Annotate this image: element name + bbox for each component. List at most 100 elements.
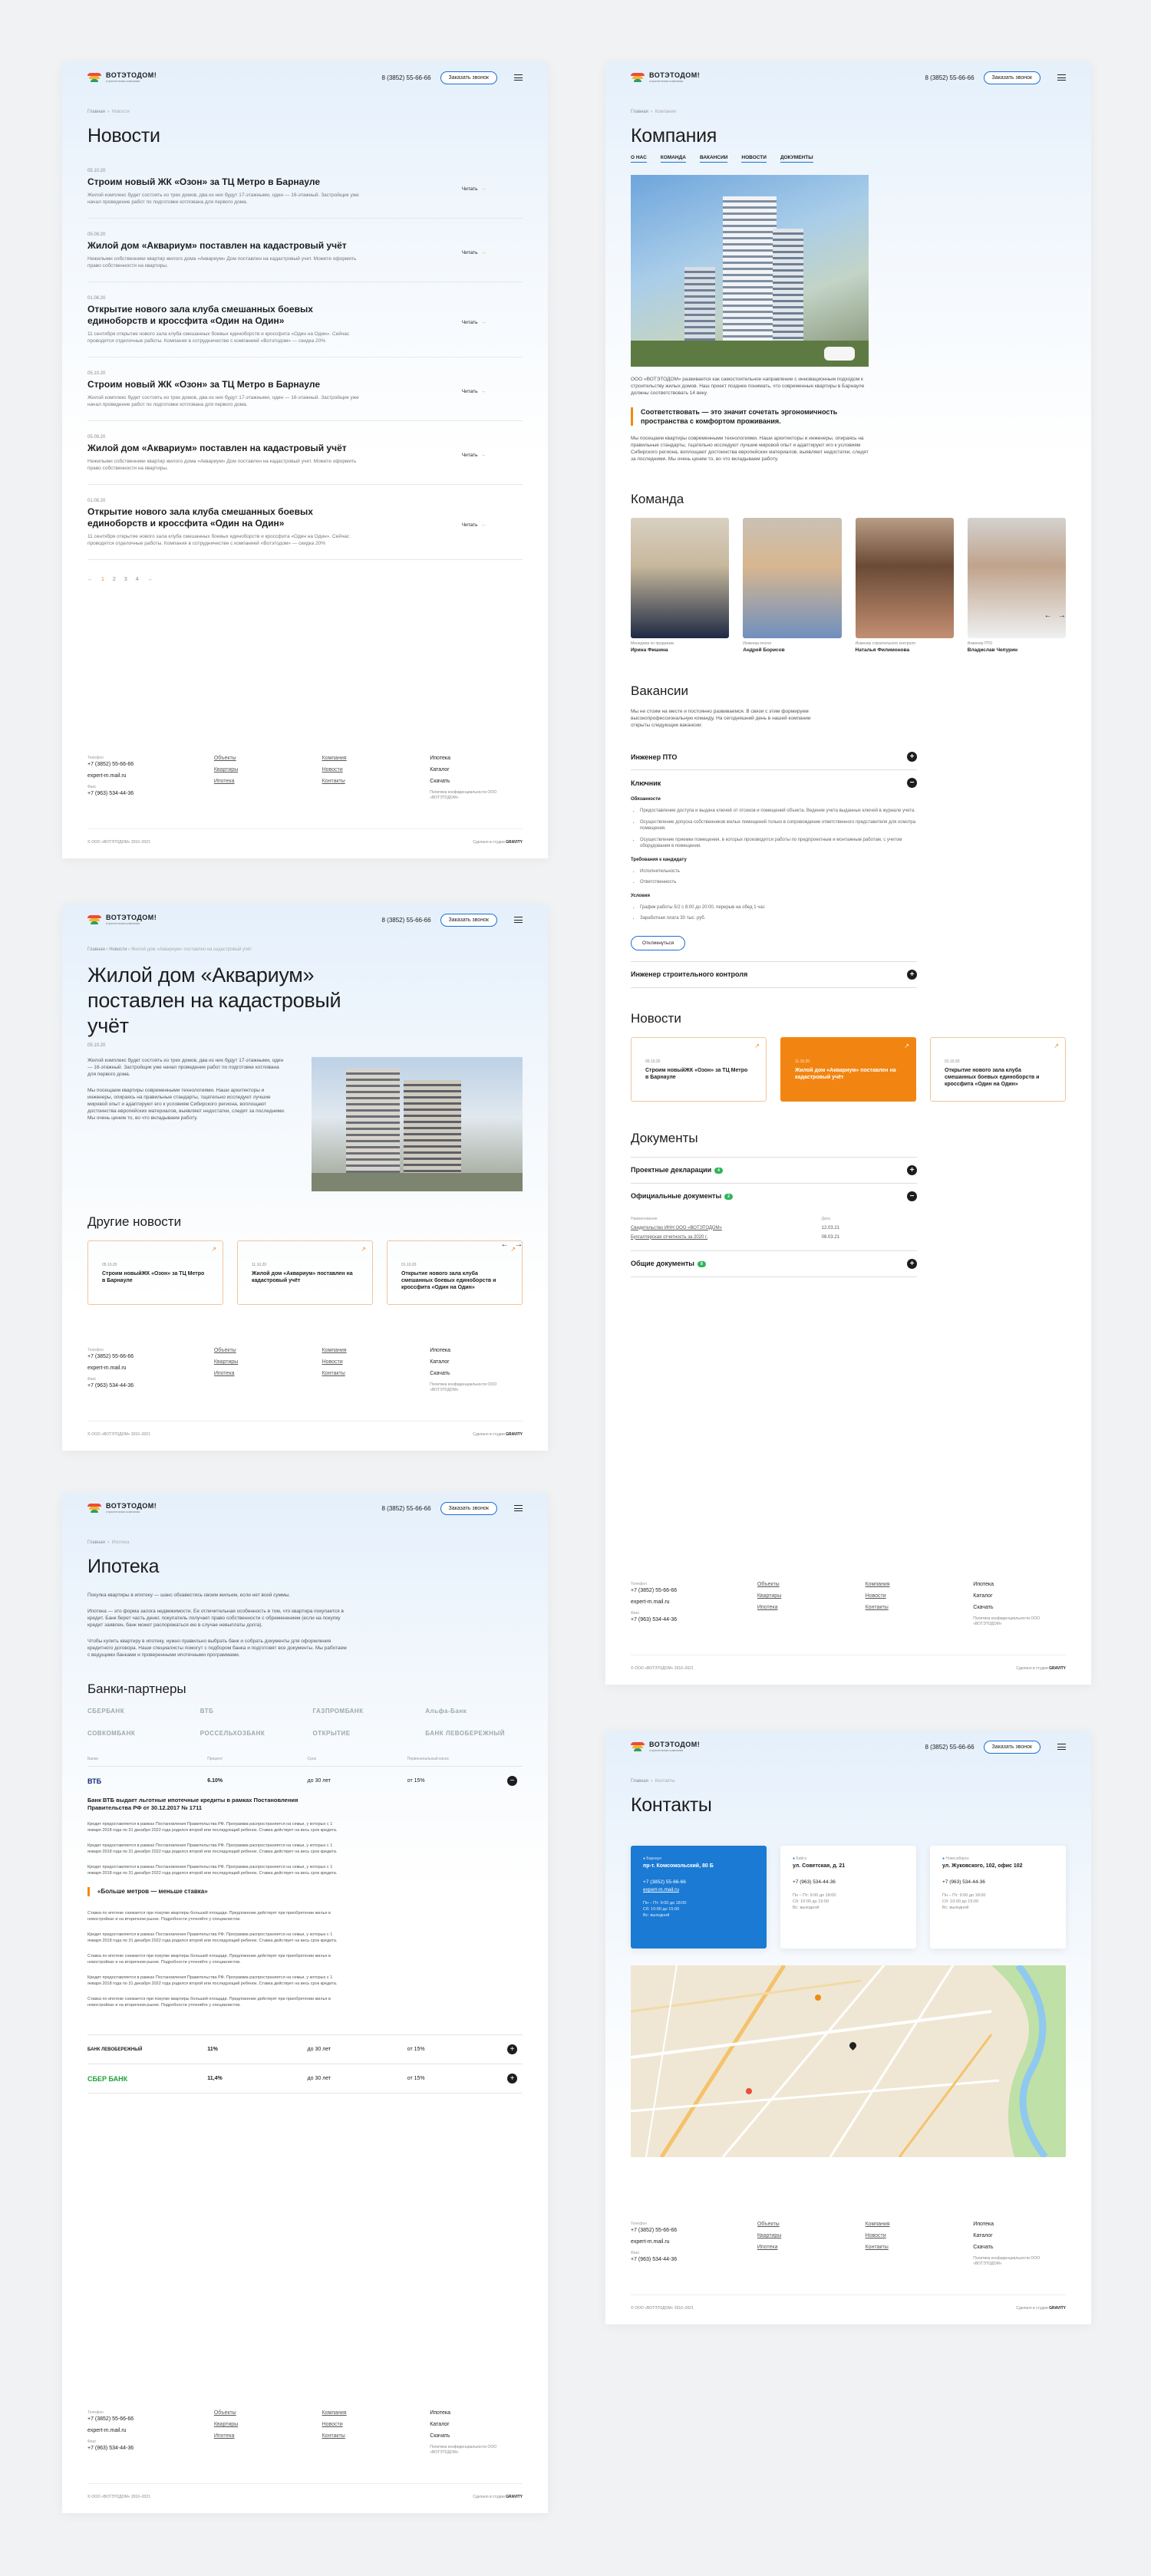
prev-page-icon[interactable]: ← [87,577,93,582]
read-link[interactable]: Читать → [462,186,486,192]
site-footer: Телефон +7 (3852) 55-66-66 expert-m.mail.r… [631,1582,1066,1671]
logo[interactable]: ВОТЭТОДОМ! строительная компания [87,914,157,925]
read-link[interactable]: Читать → [462,522,486,528]
news-item[interactable]: 05.10.20 Строим новый ЖК «Озон» за ТЦ Мет… [87,155,523,219]
arrow-right-icon: → [480,522,486,528]
expand-icon[interactable]: + [507,2044,517,2054]
logo[interactable]: ВОТЭТОДОМ! строительная компания [87,72,157,83]
menu-icon[interactable] [1057,1744,1066,1750]
news-item[interactable]: 05.09.20 Жилой дом «Аквариум» поставлен н… [87,219,523,282]
read-link[interactable]: Читать → [462,453,486,458]
news-item[interactable]: 05.10.20 Строим новый ЖК «Озон» за ТЦ Мет… [87,357,523,421]
expand-icon[interactable]: + [507,2074,517,2084]
team-member[interactable]: Инженер ПТО Владислав Чепурин [967,518,1066,653]
page-title: Ипотека [87,1556,160,1577]
bank-logo[interactable]: СОВКОМБАНК [87,1730,185,1737]
tab-documents[interactable]: ДОКУМЕНТЫ [780,155,813,163]
tab-news[interactable]: НОВОСТИ [741,155,767,163]
news-card[interactable]: ↗ 01.10.20 Открытие нового зала клуба смеш… [930,1036,1066,1102]
table-row[interactable]: ВТБ 6.10% до 30 лет от 15% − [87,1767,523,1795]
header-phone[interactable]: 8 (3852) 55-66-66 [381,74,430,81]
header-phone[interactable]: 8 (3852) 55-66-66 [925,1744,974,1751]
read-link[interactable]: Читать → [462,389,486,394]
bank-logo[interactable]: ГАЗПРОМБАНК [313,1708,411,1715]
arrow-right-icon: → [480,186,486,192]
table-row[interactable]: СБЕР БАНК 11,4% до 30 лет от 15% + [87,2064,523,2093]
expand-icon[interactable]: + [907,752,917,762]
callback-button[interactable]: Заказать звонок [440,913,497,927]
site-footer: Телефон +7 (3852) 55-66-66 expert-m.mail.r… [631,2222,1066,2311]
collapse-icon[interactable]: − [507,1776,517,1786]
document-table: Наименование Дата Свидетельство ИНН ООО «… [631,1216,840,1240]
news-card[interactable]: ↗ 11.10.20 Жилой дом «Аквариум» поставлен … [237,1240,373,1305]
map[interactable] [631,1965,1066,2157]
arrow-right-icon[interactable]: → [1058,611,1066,620]
table-row[interactable]: БАНК ЛЕВОБЕРЕЖНЫЙ 11% до 30 лет от 15% + [87,2034,523,2064]
callback-button[interactable]: Заказать звонок [983,1740,1041,1754]
office-card[interactable]: ● Новосибирск ул. Жуковского, 102, офис 1… [930,1846,1066,1948]
collapse-icon[interactable]: − [907,1191,917,1201]
bank-table-header: Банки Процент Срок Первоначальный взнос [87,1757,523,1767]
map-pin-icon[interactable] [746,2088,752,2094]
arrow-up-right-icon: ↗ [361,1246,366,1253]
team-member[interactable]: Инженер-геолог Андрей Борисов [743,518,842,653]
news-item[interactable]: 01.08.20 Открытие нового зала клуба смеша… [87,485,523,560]
news-card[interactable]: ↗ 01.10.20 Открытие нового зала клуба смеш… [387,1240,523,1305]
news-card[interactable]: ↗ 05.10.20 Строим новыйЖК «Озон» за ТЦ Мет… [87,1240,223,1305]
menu-icon[interactable] [514,1505,523,1511]
header-phone[interactable]: 8 (3852) 55-66-66 [925,74,974,81]
callback-button[interactable]: Заказать звонок [983,71,1041,84]
logo[interactable]: ВОТЭТОДОМ! строительная компания [631,72,700,83]
company-image [631,175,869,367]
read-link[interactable]: Читать → [462,250,486,255]
menu-icon[interactable] [1057,74,1066,81]
tab-team[interactable]: КОМАНДА [660,155,686,163]
logo-icon [631,73,645,82]
expand-icon[interactable]: + [907,1258,917,1269]
vacancy-item[interactable]: Инженер строительного контроля + [631,960,917,988]
document-group[interactable]: Проектные декларации 4 + [631,1156,917,1184]
news-item[interactable]: 05.09.20 Жилой дом «Аквариум» поставлен н… [87,421,523,485]
arrow-up-right-icon: ↗ [510,1246,516,1253]
bank-logo[interactable]: Альфа-Банк [425,1708,523,1715]
callback-button[interactable]: Заказать звонок [440,1501,497,1515]
logo-icon [631,1742,645,1751]
news-card[interactable]: ↗ 11.10.20 Жилой дом «Аквариум» поставлен … [780,1036,916,1102]
menu-icon[interactable] [514,917,523,923]
team-member[interactable]: Инженер строительного контроля Наталья Фи… [855,518,954,653]
respond-button[interactable]: Откликнуться [631,935,686,950]
vacancy-item[interactable]: Ключник − [631,770,917,796]
document-group[interactable]: Официальные документы 2− [631,1184,917,1209]
office-card[interactable]: ● Барнаул пр-т. Комсомольский, 80 Б +7 (38… [631,1846,767,1948]
team-member[interactable]: Менеджер по продажам Ирина Фишина [631,518,730,653]
bank-logo[interactable]: ОТКРЫТИЕ [313,1730,411,1737]
read-link[interactable]: Читать → [462,320,486,325]
callback-button[interactable]: Заказать звонок [440,71,497,84]
expand-icon[interactable]: + [907,969,917,980]
tab-about[interactable]: О НАС [631,155,647,163]
bank-logo[interactable]: БАНК ЛЕВОБЕРЕЖНЫЙ [425,1730,523,1737]
header-phone[interactable]: 8 (3852) 55-66-66 [381,917,430,924]
tab-vacancies[interactable]: ВАКАНСИИ [699,155,728,163]
vacancy-item[interactable]: Инженер ПТО + [631,744,917,770]
header-phone[interactable]: 8 (3852) 55-66-66 [381,1505,430,1512]
menu-icon[interactable] [514,74,523,81]
arrow-up-right-icon: ↗ [754,1042,760,1049]
arrow-up-right-icon: ↗ [211,1246,216,1253]
map-pin-icon[interactable] [815,1995,821,2001]
news-card[interactable]: ↗ 05.10.20 Строим новыйЖК «Озон» за ТЦ Мет… [631,1036,767,1102]
arrow-left-icon[interactable]: ← [1044,611,1052,620]
bank-logos: СБЕРБАНК ВТБ ГАЗПРОМБАНК Альфа-Банк СОВК… [87,1708,523,1737]
news-item[interactable]: 01.08.20 Открытие нового зала клуба смеша… [87,282,523,357]
logo[interactable]: ВОТЭТОДОМ! строительная компания [631,1741,700,1752]
bank-logo[interactable]: ВТБ [200,1708,298,1715]
bank-logo[interactable]: РОССЕЛЬХОЗБАНК [200,1730,298,1737]
next-page-icon[interactable]: → [147,577,153,582]
expand-icon[interactable]: + [907,1164,917,1175]
document-group[interactable]: Общие документы 8 + [631,1250,917,1277]
arrow-right-icon: → [480,389,486,394]
bank-logo[interactable]: СБЕРБАНК [87,1708,185,1715]
office-card[interactable]: ● Бийск ул. Советская, д. 21 +7 (963) 534-… [780,1846,916,1948]
logo[interactable]: ВОТЭТОДОМ! строительная компания [87,1503,157,1514]
collapse-icon[interactable]: − [907,778,917,788]
